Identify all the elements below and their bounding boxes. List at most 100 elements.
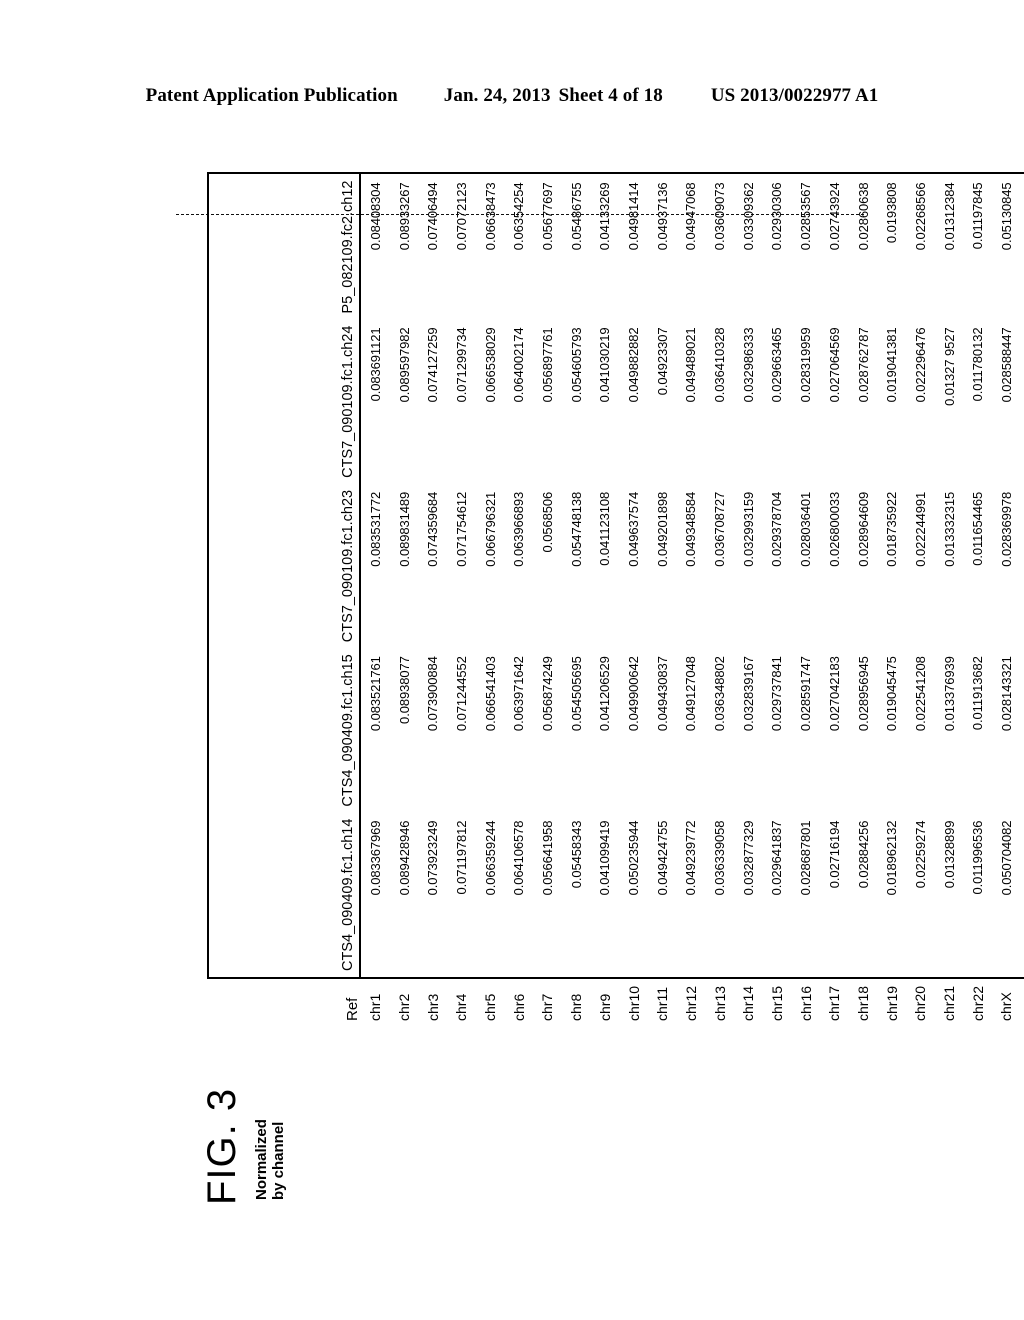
cell-chr12-c5: 0.04947068 (676, 173, 706, 320)
row-header-label: Ref (344, 997, 361, 1021)
table-row: chr22 0.011996536 0.011913682 0.011654465 0.… (963, 173, 993, 1023)
cell-chr7-c3: 0.0568506 (539, 491, 555, 553)
cell-chr22-c2: 0.011913682 (970, 656, 986, 731)
row-label-chr22: chr22 (969, 985, 986, 1021)
column-header-5: P5_082109.fc2.ch12 (208, 173, 360, 320)
cell-chr8-c4: 0.054605793 (568, 327, 584, 403)
cell-chr12-c2: 0.049127048 (683, 656, 699, 732)
cell-chr14-c1: 0.032877329 (733, 812, 763, 978)
cell-chr7-c5: 0.05677697 (533, 173, 562, 320)
column-header-1: CTS4_090409.fc1.ch14 (208, 812, 360, 978)
data-table-container: Ref CTS4_090409.fc1.ch14 CTS4_090409.fc1.… (207, 173, 1024, 1022)
row-label-chr5: chr5 (482, 993, 499, 1021)
row-label-chrX: chrX (998, 992, 1015, 1021)
cell-chr22-c5: 0.01197845 (963, 173, 993, 320)
cell-chr9-c5: 0.04133269 (590, 173, 620, 320)
table-row: chr6 0.064106578 0.063971642 0.063966893 0.0… (504, 173, 534, 1023)
table-row: chr11 0.049424755 0.049430837 0.049201898 0.… (647, 173, 677, 1023)
row-label-chr16: chr16 (797, 985, 814, 1021)
cell-chr9-c2: 0.041206529 (597, 656, 613, 732)
cell-chr17-c2: 0.027042183 (826, 656, 842, 732)
row-label-chr15: chr15 (768, 985, 785, 1021)
cell-chr10-c2: 0.049900642 (626, 656, 642, 732)
cell-chr19-c2: 0.019045475 (884, 656, 900, 732)
cell-chr17-c1: 0.02716194 (820, 812, 849, 978)
normalized-by-channel-table: Ref CTS4_090409.fc1.ch14 CTS4_090409.fc1.… (207, 173, 1024, 1023)
cell-chr18-c5: 0.02860638 (848, 173, 878, 320)
cell-chr2-c1: 0.089428946 (389, 812, 419, 978)
cell-chr12-c1: 0.049239772 (676, 812, 706, 978)
table-row: chr18 0.02884256 0.028956945 0.028964609 0.0… (848, 173, 878, 1023)
table-row: chr10 0.050235944 0.049900642 0.049637574 0.… (619, 173, 648, 1023)
cell-chr22-c3: 0.011654465 (970, 491, 986, 566)
cell-chr3-c2: 0.073900884 (425, 656, 441, 732)
cell-chr22-c4: 0.011780132 (970, 327, 986, 402)
table-header-row: Ref CTS4_090409.fc1.ch14 CTS4_090409.fc1.… (208, 173, 361, 1023)
cell-chr3-c5: 0.07406494 (418, 173, 448, 320)
cell-chr21-c5: 0.01312384 (934, 173, 964, 320)
row-label-chr6: chr6 (510, 993, 527, 1021)
cell-chr21-c3: 0.013332315 (941, 491, 957, 567)
cell-chr5-c4: 0.066538029 (482, 327, 498, 403)
cell-chr19-c4: 0.019041381 (884, 327, 900, 403)
cell-chrX-c4: 0.028588447 (998, 327, 1014, 403)
cell-chr8-c5: 0.05486755 (561, 173, 591, 320)
table-head: Ref CTS4_090409.fc1.ch14 CTS4_090409.fc1.… (208, 173, 361, 1023)
row-label-chr8: chr8 (568, 993, 585, 1021)
table-row: chr13 0.036339058 0.036348802 0.036708727 0.… (705, 173, 734, 1023)
cell-chr13-c2: 0.036348802 (712, 656, 728, 732)
row-label-chr13: chr13 (711, 985, 728, 1021)
row-label-chr3: chr3 (424, 993, 441, 1021)
cell-chr18-c4: 0.028762787 (855, 327, 871, 403)
cell-chr13-c1: 0.036339058 (705, 812, 734, 978)
table-row: chr15 0.029641837 0.029737841 0.029378704 0.… (762, 173, 792, 1023)
table-row: chr12 0.049239772 0.049127048 0.049348584 0.… (676, 173, 706, 1023)
cell-chr10-c1: 0.050235944 (619, 812, 648, 978)
row-label-chr14: chr14 (740, 985, 757, 1021)
cell-chr11-c5: 0.04937136 (647, 173, 677, 320)
cell-chr2-c2: 0.08938077 (396, 656, 412, 724)
cell-chr14-c4: 0.032986333 (740, 327, 756, 403)
cell-chr13-c3: 0.036708727 (712, 491, 728, 567)
cell-chr18-c3: 0.028964609 (855, 491, 871, 567)
cell-chrX-c5: 0.05130845 (992, 173, 1021, 320)
table-row: chrX 0.050704082 0.028143321 0.028369978 0.0… (992, 173, 1021, 1023)
cell-chr1-c1: 0.083367969 (360, 812, 390, 978)
cell-chr12-c4: 0.049489021 (683, 327, 699, 403)
cell-chr6-c5: 0.06354254 (504, 173, 534, 320)
cell-chr22-c1: 0.011996536 (963, 812, 993, 978)
cell-chr16-c4: 0.028319959 (798, 327, 814, 403)
cell-chr16-c1: 0.028687801 (791, 812, 820, 978)
column-header-3: CTS7_090109.fc1.ch23 (208, 483, 360, 649)
cell-chr19-c1: 0.018962132 (877, 812, 907, 978)
row-label-chr1: chr1 (366, 993, 383, 1021)
cell-chr17-c3: 0.026800033 (826, 491, 842, 567)
cell-chr6-c1: 0.064106578 (504, 812, 534, 978)
figure-label: FIG. 3 (200, 1087, 244, 1205)
cell-chr18-c1: 0.02884256 (848, 812, 878, 978)
cell-chr9-c4: 0.041030219 (597, 327, 613, 403)
caption-line-2: by channel (270, 1121, 287, 1200)
cell-chr15-c3: 0.029378704 (769, 491, 785, 567)
cell-chr4-c3: 0.071754612 (453, 491, 469, 567)
cell-chr6-c4: 0.064002174 (511, 327, 527, 403)
row-label-chr7: chr7 (539, 993, 556, 1021)
row-label-chr9: chr9 (596, 993, 613, 1021)
cell-chr15-c1: 0.029641837 (762, 812, 792, 978)
cell-chr11-c1: 0.049424755 (647, 812, 677, 978)
cell-chr20-c1: 0.02259274 (906, 812, 935, 978)
cell-chrX-c2: 0.028143321 (998, 656, 1014, 732)
cell-chr10-c3: 0.049637574 (626, 491, 642, 567)
table-row: chr8 0.05458343 0.054505695 0.054748138 0.05… (561, 173, 591, 1023)
table-row: chr7 0.056641958 0.056874249 0.0568506 0.056… (533, 173, 562, 1023)
cell-chr14-c2: 0.032839167 (740, 656, 756, 732)
row-label-chr21: chr21 (941, 985, 958, 1021)
cell-chr5-c3: 0.066796321 (482, 491, 498, 567)
cell-chr8-c2: 0.054505695 (568, 656, 584, 732)
cell-chr1-c3: 0.083531772 (367, 491, 383, 567)
table-row: chr14 0.032877329 0.032839167 0.032993159 0.… (733, 173, 763, 1023)
table-body: chr1 0.083367969 0.083521761 0.083531772 0.0… (360, 173, 1024, 1023)
cell-chr3-c3: 0.074359684 (425, 491, 441, 567)
cell-chr18-c2: 0.028956945 (855, 656, 871, 732)
cell-chr21-c1: 0.01328899 (934, 812, 964, 978)
